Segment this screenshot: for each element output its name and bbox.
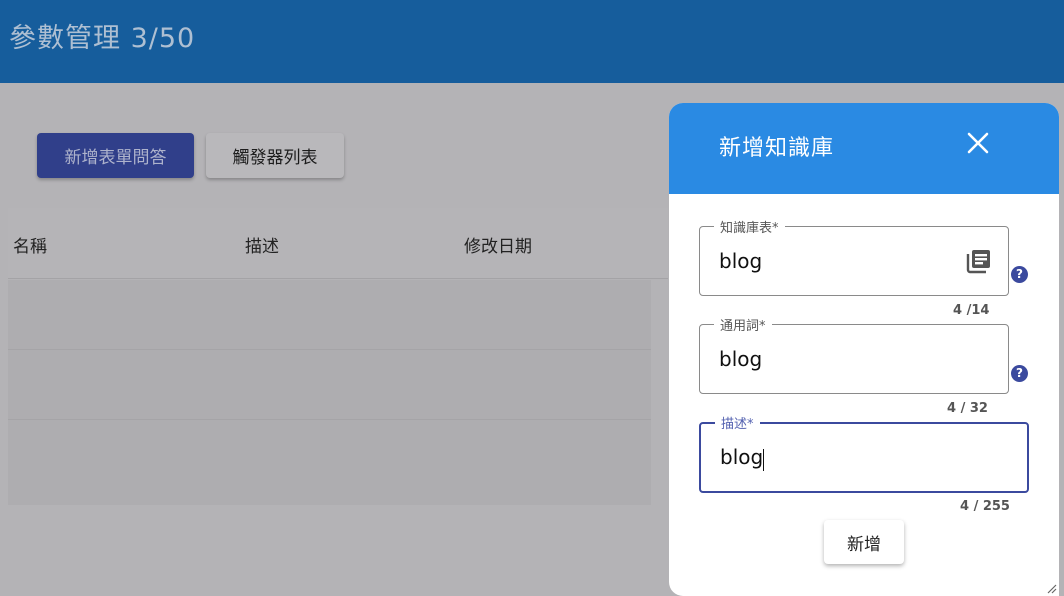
add-button[interactable]: 新增 bbox=[824, 520, 904, 564]
resize-handle-icon[interactable] bbox=[1045, 582, 1057, 594]
table-body bbox=[8, 280, 651, 505]
table-row[interactable] bbox=[8, 280, 651, 350]
common-word-counter: 4 / 32 bbox=[947, 401, 988, 416]
description-label: 描述* bbox=[715, 413, 760, 432]
common-word-label: 通用詞* bbox=[714, 315, 772, 334]
library-books-icon[interactable] bbox=[966, 248, 992, 274]
table-row[interactable] bbox=[8, 420, 651, 489]
column-header-description[interactable]: 描述 bbox=[245, 232, 279, 257]
column-header-modified-date[interactable]: 修改日期 bbox=[464, 232, 532, 257]
knowledge-table-counter: 4 /14 bbox=[953, 303, 990, 318]
table-header: 名稱 描述 修改日期 bbox=[8, 208, 668, 279]
page-title: 參數管理 3/50 bbox=[9, 23, 196, 54]
description-field[interactable]: 描述* blog bbox=[699, 413, 1029, 493]
knowledge-table-value[interactable]: blog bbox=[719, 249, 939, 273]
description-value[interactable]: blog bbox=[720, 445, 763, 469]
common-word-field[interactable]: 通用詞* blog bbox=[699, 315, 1009, 394]
data-table: 名稱 描述 修改日期 bbox=[8, 208, 668, 505]
description-counter: 4 / 255 bbox=[960, 499, 1010, 514]
description-input-wrap: blog bbox=[720, 445, 765, 471]
table-row[interactable] bbox=[8, 350, 651, 420]
help-circle-icon[interactable]: ? bbox=[1011, 266, 1028, 283]
add-knowledge-base-dialog: 新增知識庫 知識庫表* blog ? 4 /14 通用詞* blog ? 4 /… bbox=[669, 103, 1059, 596]
trigger-list-button[interactable]: 觸發器列表 bbox=[206, 133, 344, 178]
app-bar: 參數管理 3/50 bbox=[0, 0, 1064, 83]
text-caret bbox=[763, 448, 765, 471]
toolbar: 新增表單問答 觸發器列表 bbox=[37, 133, 344, 178]
dialog-title: 新增知識庫 bbox=[719, 136, 835, 161]
add-form-qa-button[interactable]: 新增表單問答 bbox=[37, 133, 194, 178]
column-header-name[interactable]: 名稱 bbox=[13, 232, 47, 257]
knowledge-table-field[interactable]: 知識庫表* blog bbox=[699, 217, 1009, 296]
common-word-value[interactable]: blog bbox=[719, 347, 939, 371]
help-circle-icon[interactable]: ? bbox=[1011, 365, 1028, 382]
knowledge-table-label: 知識庫表* bbox=[714, 217, 785, 236]
close-icon[interactable] bbox=[965, 130, 991, 156]
dialog-header: 新增知識庫 bbox=[669, 103, 1059, 194]
